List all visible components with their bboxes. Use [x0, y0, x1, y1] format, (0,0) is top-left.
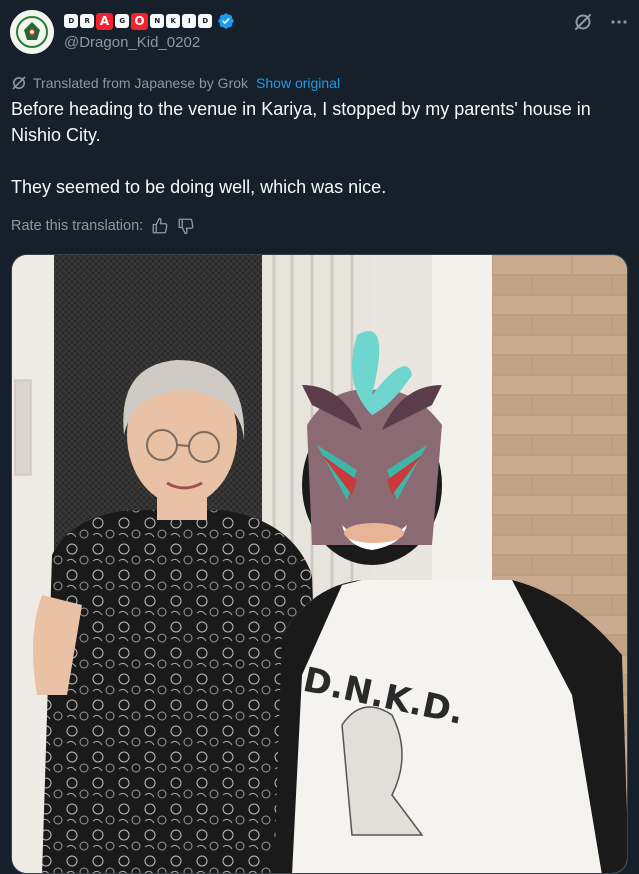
thumbs-up-icon[interactable]: [151, 217, 169, 235]
photo-scene: D.N.K.D.: [12, 255, 627, 873]
name-glyph: D: [198, 14, 212, 28]
rate-translation-row: Rate this translation:: [11, 217, 195, 235]
author-avatar[interactable]: [10, 10, 54, 54]
name-glyph: R: [80, 14, 94, 28]
translation-label: Translated from Japanese by Grok: [33, 75, 249, 91]
rate-translation-label: Rate this translation:: [11, 218, 144, 234]
more-options-icon[interactable]: [609, 12, 629, 32]
tweet-photo[interactable]: D.N.K.D.: [11, 254, 628, 874]
name-glyph: O: [131, 12, 148, 30]
tweet-paragraph: Before heading to the venue in Kariya, I…: [11, 99, 591, 145]
author-handle[interactable]: @Dragon_Kid_0202: [64, 34, 200, 51]
translation-notice: Translated from Japanese by Grok Show or…: [11, 75, 340, 91]
name-glyph: N: [150, 14, 164, 28]
name-glyph: K: [166, 14, 180, 28]
thumbs-down-icon[interactable]: [177, 217, 195, 235]
tweet-text: Before heading to the venue in Kariya, I…: [11, 96, 631, 200]
show-original-link[interactable]: Show original: [256, 75, 340, 91]
name-glyph: G: [115, 14, 129, 28]
tweet-paragraph: They seemed to be doing well, which was …: [11, 177, 387, 197]
name-glyph: D: [64, 14, 78, 28]
translate-icon: [12, 76, 26, 90]
verified-badge-icon: [218, 13, 234, 29]
author-display-name[interactable]: D R A G O N K I D: [64, 10, 235, 32]
name-glyph: A: [96, 12, 113, 30]
name-glyph: I: [182, 14, 196, 28]
grok-icon[interactable]: [573, 12, 593, 32]
avatar-emblem: [10, 10, 54, 54]
